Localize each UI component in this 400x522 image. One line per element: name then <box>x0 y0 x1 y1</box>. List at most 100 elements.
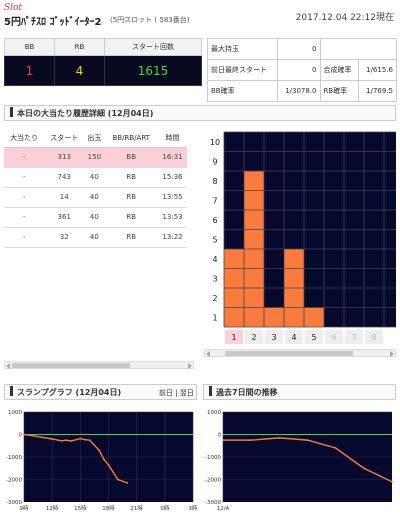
data-point <box>306 439 309 442</box>
data-point <box>79 437 82 440</box>
x-tick: 0時 <box>160 504 169 512</box>
data-point <box>88 439 91 442</box>
weekly-graph: 10000-1000-2000-300012/4 <box>203 405 396 522</box>
bar-y-tick: 5 <box>212 235 217 244</box>
history-cell: 16:31 <box>158 147 187 168</box>
history-row: -14 40 RB 13:55 <box>4 187 187 208</box>
history-title: 本日の大当たり履歴詳細 (12月04日) <box>4 105 396 121</box>
hit-bar <box>304 307 324 327</box>
data-point <box>98 449 101 452</box>
chart-scrollbar[interactable] <box>204 349 396 357</box>
history-cell: - <box>4 187 45 208</box>
rb-count: 4 <box>54 55 105 86</box>
history-cell: 40 <box>84 227 105 248</box>
bar-y-tick: 8 <box>212 177 217 186</box>
col-type: BB/RB/ART <box>104 129 159 148</box>
bb-prob-value: 1/3078.0 <box>276 80 321 102</box>
history-cell: 40 <box>84 207 105 228</box>
history-cell: 361 <box>44 207 85 228</box>
history-table: 大当たり スタート 出玉 BB/RB/ART 時間 -313 150 BB 16:31… <box>4 129 187 248</box>
x-tick: 18時 <box>102 504 115 512</box>
history-scrollbar[interactable] <box>4 361 194 369</box>
x-tick: 12/4 <box>217 506 230 512</box>
bar-x-tick[interactable]: 8 <box>371 333 376 342</box>
bar-x-tick[interactable]: 7 <box>351 333 356 342</box>
chart-scroll-thumb[interactable] <box>225 351 353 356</box>
y-tick: 0 <box>19 433 23 439</box>
y-tick: -2000 <box>205 478 221 484</box>
history-cell: RB <box>104 207 159 228</box>
col-jackpot: 大当たり <box>4 129 45 148</box>
history-row: -361 40 RB 13:53 <box>4 207 187 228</box>
x-tick: 21時 <box>130 504 143 512</box>
bar-x-tick[interactable]: 2 <box>251 333 256 342</box>
slump-nav: 前日 | 翌日 <box>159 388 194 398</box>
history-cell: BB <box>104 147 159 168</box>
y-tick: -2000 <box>6 478 22 484</box>
history-row: -313 150 BB 16:31 <box>4 147 187 168</box>
bb-header: BB <box>4 38 55 56</box>
data-point <box>222 439 224 442</box>
bar-y-tick: 9 <box>212 157 217 166</box>
bar-x-tick[interactable]: 6 <box>331 333 336 342</box>
bar-y-tick: 10 <box>210 138 220 147</box>
data-point <box>41 436 44 439</box>
data-point <box>362 467 365 470</box>
col-payout: 出玉 <box>84 129 105 148</box>
rb-header: RB <box>54 38 105 56</box>
history-row: -743 40 RB 15:36 <box>4 167 187 188</box>
data-point <box>32 434 35 437</box>
data-point <box>70 440 72 442</box>
bar-y-tick: 4 <box>212 255 217 264</box>
y-tick: 0 <box>218 433 222 439</box>
col-time: 時間 <box>158 129 187 148</box>
x-tick: 12時 <box>46 504 59 512</box>
bar-x-tick[interactable]: 3 <box>271 333 276 342</box>
prev-day-link[interactable]: 前日 <box>159 389 173 397</box>
y-tick: 1000 <box>207 410 221 416</box>
history-cell: RB <box>104 167 159 188</box>
bar-y-tick: 3 <box>212 274 217 283</box>
max-coins-value: 0 <box>276 38 321 60</box>
y-tick: -1000 <box>205 455 221 461</box>
history-cell: 313 <box>44 147 85 168</box>
bar-x-tick[interactable]: 1 <box>231 333 236 342</box>
hit-bar <box>264 307 284 327</box>
start-count: 1615 <box>104 55 202 86</box>
prev-start-value: 0 <box>276 59 321 81</box>
datetime: 2017.12.04 22:12現在 <box>295 13 394 23</box>
history-cell: 13:55 <box>158 187 187 208</box>
bar-y-tick: 6 <box>212 216 217 225</box>
history-cell: - <box>4 147 45 168</box>
machine-subtitle: (5円スロット ( 583番台) <box>110 16 190 24</box>
history-cell: - <box>4 207 45 228</box>
combined-value: 1/615.6 <box>358 59 397 81</box>
bar-x-tick[interactable]: 5 <box>311 333 316 342</box>
data-point <box>250 439 253 442</box>
machine-name: 5円ﾊﾟﾁｽﾛ ｺﾞｯﾄﾞｲｰﾀｰ2 <box>4 17 102 28</box>
data-point <box>278 436 281 439</box>
x-tick: 9時 <box>20 504 29 512</box>
y-tick: -1000 <box>6 455 22 461</box>
history-cell: 40 <box>84 187 105 208</box>
nav-separator: | <box>175 389 178 397</box>
bar-x-tick[interactable]: 4 <box>291 333 296 342</box>
data-point <box>334 447 337 449</box>
rb-prob-label: RB確率 <box>319 80 360 102</box>
rb-prob-value: 1/769.5 <box>358 80 397 102</box>
combined-label: 合成確率 <box>319 59 360 81</box>
next-day-link[interactable]: 翌日 <box>180 389 194 397</box>
counter-table: BB RB スタート回数 1 4 1615 <box>4 38 202 86</box>
x-tick: 15時 <box>74 504 87 512</box>
weekly-title: 過去7日間の推移 <box>203 384 396 400</box>
data-point <box>65 439 68 442</box>
history-cell: 13:53 <box>158 207 187 228</box>
history-cell: RB <box>104 187 159 208</box>
col-start: スタート <box>44 129 85 148</box>
start-header: スタート回数 <box>104 38 202 56</box>
bar-y-tick: 2 <box>212 294 217 303</box>
stats-table: 最大持玉 0 前日最終スタート 0 合成確率 1/615.6 BB確率 1/30… <box>207 38 398 102</box>
bar-y-tick: 7 <box>212 196 217 205</box>
history-scroll-thumb[interactable] <box>12 363 130 368</box>
max-coins-label: 最大持玉 <box>207 38 278 60</box>
